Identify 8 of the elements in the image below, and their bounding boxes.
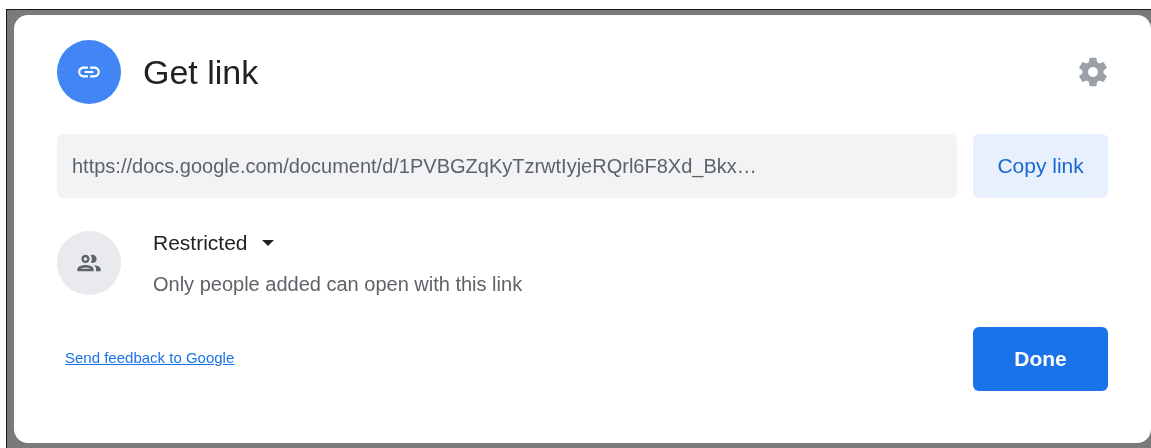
dialog-title: Get link xyxy=(143,51,259,93)
access-description: Only people added can open with this link xyxy=(153,271,523,297)
link-field[interactable]: https://docs.google.com/document/d/1PVBGZqKyTzrwtIyjeRQrl6F8Xd_Bkx… xyxy=(57,134,958,198)
done-button[interactable]: Done xyxy=(973,326,1108,391)
access-dropdown[interactable]: Restricted xyxy=(153,227,523,259)
caret-icon xyxy=(261,239,274,246)
copy-link-button[interactable]: Copy link xyxy=(973,134,1108,198)
feedback-link[interactable]: Send feedback to Google xyxy=(65,347,235,370)
